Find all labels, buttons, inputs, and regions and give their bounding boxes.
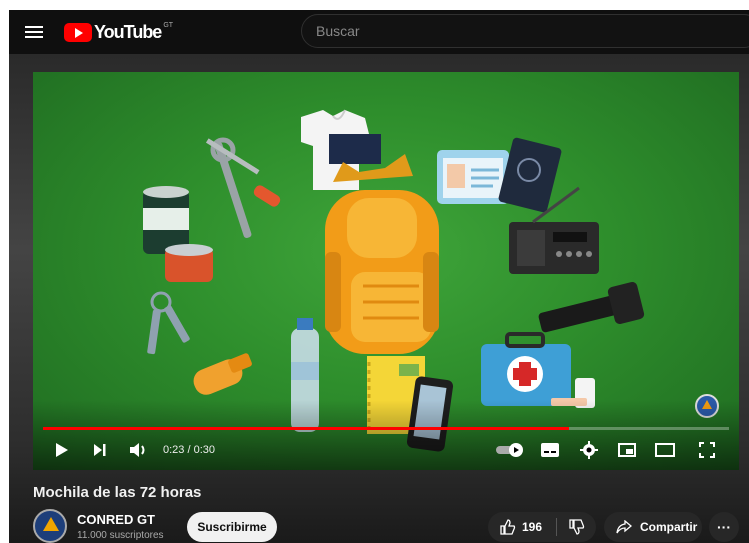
more-actions-button[interactable]: ··· — [709, 512, 739, 542]
like-divider — [556, 518, 557, 536]
autoplay-toggle-icon — [496, 443, 523, 457]
search-input[interactable] — [302, 15, 749, 47]
subtitles-button[interactable] — [538, 438, 562, 462]
youtube-logo[interactable]: YouTube GT — [64, 21, 173, 43]
menu-icon[interactable] — [25, 23, 43, 41]
first-aid-kit-icon — [481, 332, 595, 408]
volume-icon — [130, 443, 145, 457]
autoplay-toggle[interactable] — [495, 438, 525, 462]
like-icon — [500, 519, 516, 535]
top-bar: YouTube GT — [9, 10, 749, 54]
theater-icon — [655, 443, 675, 457]
fullscreen-icon — [699, 442, 715, 458]
whistle-icon — [193, 353, 252, 395]
flashlight-icon — [538, 281, 645, 333]
logo-country: GT — [163, 21, 174, 29]
share-button[interactable]: Compartir — [604, 512, 702, 542]
theater-button[interactable] — [653, 438, 677, 462]
volume-button[interactable] — [127, 438, 149, 462]
like-count: 196 — [522, 520, 543, 534]
pants-icon — [329, 134, 381, 164]
miniplayer-button[interactable] — [615, 438, 639, 462]
window-frame: YouTube GT Buscar 0:23 / 0:30 Mochila de… — [0, 0, 749, 543]
channel-name[interactable]: CONRED GT — [77, 512, 155, 527]
progress-played — [43, 427, 570, 430]
dislike-icon — [569, 519, 585, 535]
play-button[interactable] — [51, 438, 73, 462]
fullscreen-button[interactable] — [695, 438, 719, 462]
keys-icon — [147, 291, 190, 355]
miniplayer-icon — [618, 443, 636, 457]
youtube-logo-icon — [64, 22, 92, 42]
share-label: Compartir — [640, 520, 698, 534]
video-title: Mochila de las 72 horas — [33, 484, 202, 501]
canned-food-icon — [143, 186, 213, 282]
play-icon — [56, 443, 68, 457]
like-button[interactable]: 196 — [488, 512, 542, 542]
logo-text: YouTube — [94, 21, 162, 42]
time-display: 0:23 / 0:30 — [163, 444, 215, 456]
settings-button[interactable] — [577, 438, 601, 462]
avatar[interactable] — [33, 509, 67, 543]
youtube-app: YouTube GT Buscar 0:23 / 0:30 Mochila de… — [9, 10, 749, 543]
dislike-button[interactable] — [558, 512, 596, 542]
tools-icon — [205, 137, 281, 239]
next-icon — [94, 444, 106, 456]
subscriber-count: 11.000 suscriptores — [77, 530, 164, 541]
passport-icon — [498, 137, 562, 213]
progress-bar[interactable] — [43, 427, 729, 430]
share-icon — [616, 520, 632, 534]
search-box[interactable] — [301, 14, 749, 48]
id-card-icon — [437, 150, 509, 204]
like-dislike-group: 196 — [488, 512, 596, 542]
video-player[interactable]: 0:23 / 0:30 — [33, 72, 739, 470]
settings-icon — [580, 441, 598, 459]
subtitles-icon — [541, 443, 559, 457]
next-button[interactable] — [89, 438, 111, 462]
subscribe-button[interactable]: Suscribirme — [187, 512, 277, 542]
